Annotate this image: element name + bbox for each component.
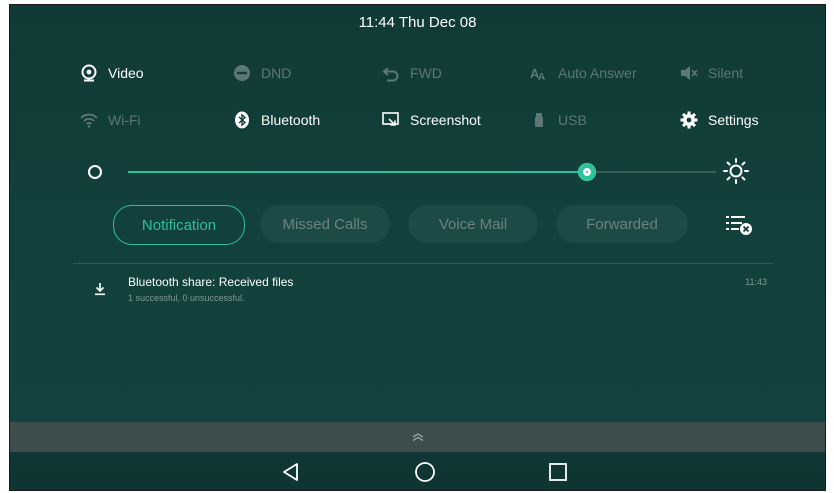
screenshot-icon	[382, 111, 400, 129]
notification-item[interactable]: Bluetooth share: Received files 1 succes…	[73, 271, 773, 315]
quick-toggle-fwd[interactable]: FWD	[382, 64, 442, 82]
brightness-thumb[interactable]	[577, 163, 596, 181]
divider	[73, 263, 773, 264]
notification-title: Bluetooth share: Received files	[128, 275, 294, 289]
quick-toggle-settings[interactable]: Settings	[680, 111, 759, 129]
wifi-icon	[80, 111, 98, 129]
navigation-bar	[10, 452, 825, 490]
notification-time: 11:43	[745, 277, 767, 287]
back-button[interactable]	[279, 460, 303, 484]
tab-notification[interactable]: Notification	[113, 205, 245, 245]
back-triangle-icon	[283, 463, 298, 481]
auto-answer-icon: AA	[530, 64, 548, 82]
notification-shade: 11:44 Thu Dec 08 Video DND FWD AA Auto A	[9, 4, 826, 491]
usb-icon	[530, 111, 548, 129]
notification-subtitle: 1 successful, 0 unsuccessful.	[128, 293, 245, 303]
quick-toggle-video[interactable]: Video	[80, 64, 144, 82]
brightness-low-icon	[88, 165, 102, 179]
svg-text:A: A	[538, 72, 545, 82]
dnd-icon	[233, 64, 251, 82]
tab-voice-mail[interactable]: Voice Mail	[408, 205, 538, 243]
quick-toggle-bluetooth[interactable]: Bluetooth	[233, 111, 320, 129]
tab-missed-calls[interactable]: Missed Calls	[260, 205, 390, 243]
forward-icon	[382, 64, 400, 82]
notification-tabs: Notification Missed Calls Voice Mail For…	[10, 205, 825, 245]
recents-button[interactable]	[546, 460, 570, 484]
quick-settings-row-1: Video DND FWD AA Auto Answer Silent	[10, 60, 825, 90]
bluetooth-icon	[233, 111, 251, 129]
collapse-handle[interactable]	[10, 422, 825, 452]
brightness-slider[interactable]	[10, 155, 825, 189]
video-icon	[80, 64, 98, 82]
home-button[interactable]	[413, 460, 437, 484]
quick-toggle-dnd[interactable]: DND	[233, 64, 291, 82]
tab-forwarded[interactable]: Forwarded	[556, 205, 688, 243]
home-circle-icon	[415, 462, 435, 482]
quick-toggle-silent[interactable]: Silent	[680, 64, 743, 82]
quick-toggle-screenshot[interactable]: Screenshot	[382, 111, 481, 129]
quick-toggle-wifi[interactable]: Wi-Fi	[80, 111, 141, 129]
quick-settings-row-2: Wi-Fi Bluetooth Screenshot USB Settings	[10, 107, 825, 137]
clear-all-icon[interactable]	[722, 213, 756, 237]
chevron-up-icon	[412, 433, 423, 442]
brightness-fill	[128, 171, 587, 173]
download-icon	[95, 283, 105, 296]
quick-toggle-usb[interactable]: USB	[530, 111, 587, 129]
quick-toggle-auto-answer[interactable]: AA Auto Answer	[530, 64, 637, 82]
status-bar: 11:44 Thu Dec 08	[10, 5, 825, 39]
brightness-high-icon	[723, 158, 749, 184]
brightness-track[interactable]	[128, 163, 716, 181]
settings-icon	[680, 111, 698, 129]
clock-date: 11:44 Thu Dec 08	[358, 13, 477, 31]
recents-square-icon	[549, 463, 567, 481]
silent-icon	[680, 64, 698, 82]
